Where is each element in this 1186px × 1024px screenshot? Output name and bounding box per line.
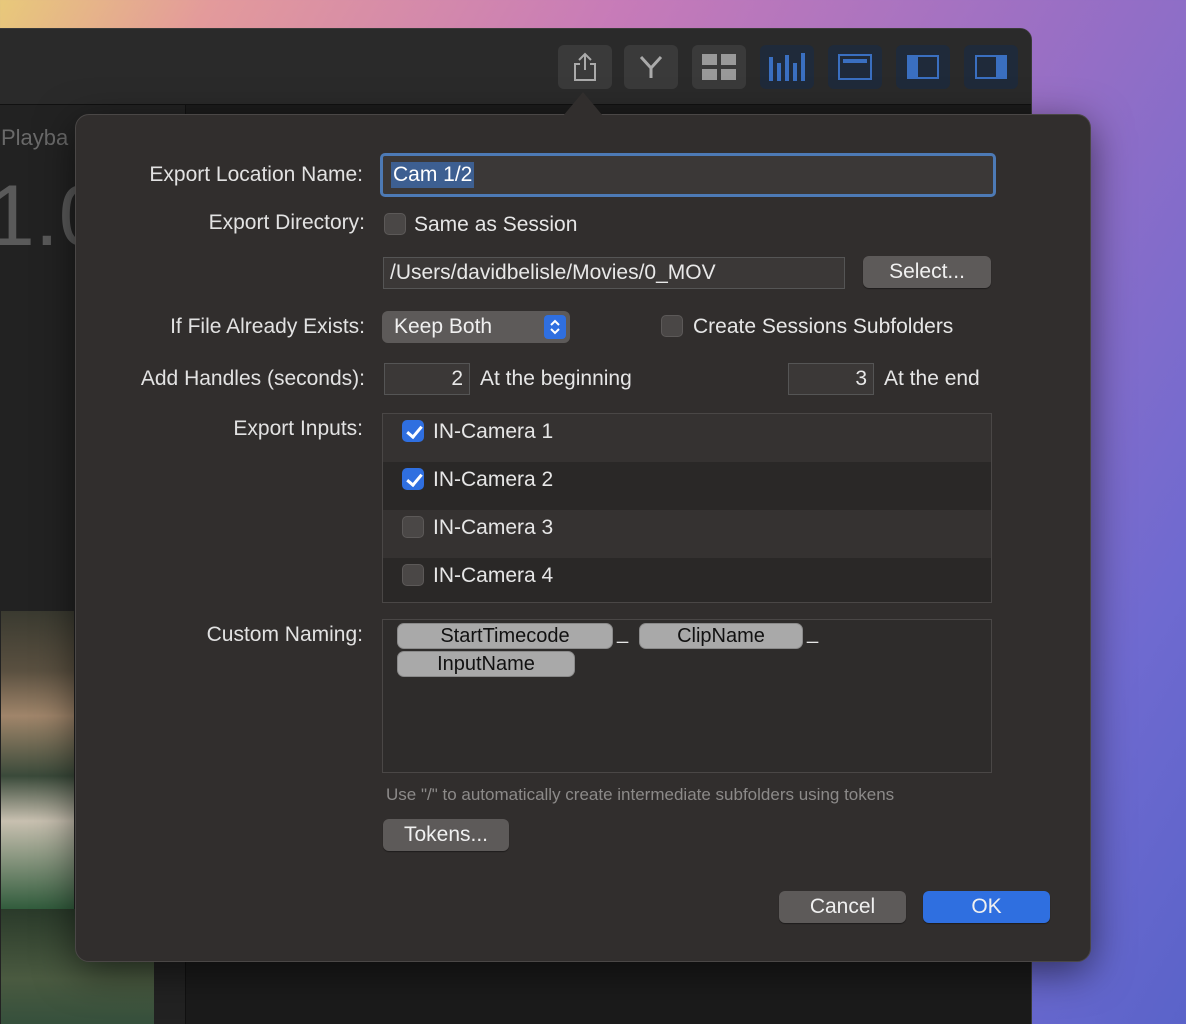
share-icon — [572, 52, 598, 82]
same-as-session-checkbox[interactable] — [384, 213, 406, 235]
handles-begin-label: At the beginning — [480, 367, 632, 390]
list-item[interactable]: IN-Camera 4 — [383, 558, 991, 606]
tokens-button[interactable]: Tokens... — [383, 819, 509, 851]
right-sidebar-icon — [975, 55, 1007, 79]
input-label[interactable]: IN-Camera 3 — [433, 516, 553, 540]
file-exists-select[interactable]: Keep Both — [382, 311, 570, 343]
input-label[interactable]: IN-Camera 1 — [433, 420, 553, 444]
grid-icon — [702, 54, 736, 80]
ok-button[interactable]: OK — [923, 891, 1050, 923]
handles-end-label: At the end — [884, 367, 980, 390]
input-checkbox[interactable] — [402, 468, 424, 490]
input-label[interactable]: IN-Camera 4 — [433, 564, 553, 588]
left-sidebar-icon — [907, 55, 939, 79]
merge-button[interactable] — [624, 45, 678, 89]
input-label[interactable]: IN-Camera 2 — [433, 468, 553, 492]
custom-naming-label: Custom Naming: — [206, 623, 363, 646]
select-directory-button[interactable]: Select... — [863, 256, 991, 288]
export-location-name-input[interactable]: Cam 1/2 — [385, 158, 991, 192]
left-sidebar-button[interactable] — [896, 45, 950, 89]
export-location-dialog: Export Location Name: Cam 1/2 Export Dir… — [75, 114, 1091, 962]
token-chip[interactable]: StartTimecode — [397, 623, 613, 649]
file-exists-value: Keep Both — [394, 315, 493, 338]
token-separator: _ — [807, 622, 819, 644]
directory-path-field[interactable]: /Users/davidbelisle/Movies/0_MOV — [383, 257, 845, 289]
list-item[interactable]: IN-Camera 3 — [383, 510, 991, 558]
export-location-name-field[interactable]: Cam 1/2 — [380, 153, 996, 197]
input-checkbox[interactable] — [402, 420, 424, 442]
handles-label: Add Handles (seconds): — [140, 367, 365, 390]
input-checkbox[interactable] — [402, 564, 424, 586]
levels-icon — [768, 53, 806, 81]
create-subfolders-label[interactable]: Create Sessions Subfolders — [693, 315, 953, 339]
video-thumbnail[interactable] — [1, 611, 74, 911]
export-inputs-list: IN-Camera 1 IN-Camera 2 IN-Camera 3 IN-C… — [382, 413, 992, 603]
selected-text: Cam 1/2 — [391, 162, 475, 188]
file-exists-label: If File Already Exists: — [170, 315, 365, 338]
export-directory-label: Export Directory: — [208, 211, 365, 234]
input-checkbox[interactable] — [402, 516, 424, 538]
viewer-icon — [838, 54, 872, 80]
viewer-button[interactable] — [828, 45, 882, 89]
grid-button[interactable] — [692, 45, 746, 89]
token-chip[interactable]: InputName — [397, 651, 575, 677]
export-inputs-label: Export Inputs: — [233, 417, 363, 440]
naming-hint: Use "/" to automatically create intermed… — [386, 785, 895, 804]
chevron-updown-icon — [544, 315, 566, 339]
merge-icon — [638, 54, 664, 80]
custom-naming-field[interactable]: StartTimecode _ ClipName _ InputName — [382, 619, 992, 773]
list-item[interactable]: IN-Camera 2 — [383, 462, 991, 510]
token-separator: _ — [617, 622, 629, 644]
right-sidebar-button[interactable] — [964, 45, 1018, 89]
levels-button[interactable] — [760, 45, 814, 89]
same-as-session-label[interactable]: Same as Session — [414, 213, 577, 237]
share-button[interactable] — [558, 45, 612, 89]
export-location-name-label: Export Location Name: — [149, 163, 363, 186]
token-chip[interactable]: ClipName — [639, 623, 803, 649]
popover-arrow — [563, 92, 603, 116]
playback-label: Playba — [1, 125, 69, 150]
handles-end-field[interactable]: 3 — [788, 363, 874, 395]
list-item[interactable]: IN-Camera 1 — [383, 414, 991, 462]
handles-begin-field[interactable]: 2 — [384, 363, 470, 395]
create-subfolders-checkbox[interactable] — [661, 315, 683, 337]
cancel-button[interactable]: Cancel — [779, 891, 906, 923]
app-toolbar — [0, 29, 1031, 105]
